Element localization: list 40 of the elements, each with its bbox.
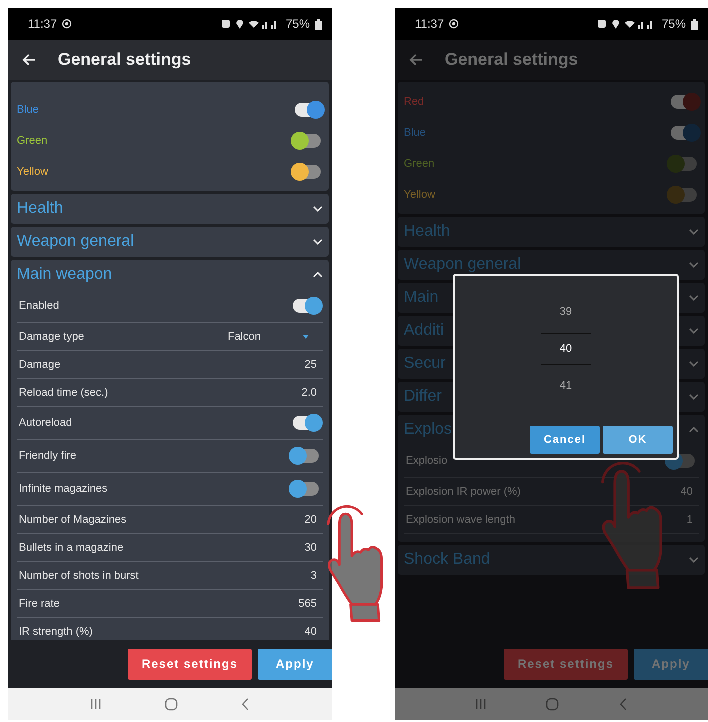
setting-label: IR strength (%): [19, 626, 93, 638]
section-title: Differ: [404, 388, 442, 406]
setting-label: Autoreload: [19, 417, 72, 429]
section-title: Main weapon: [17, 266, 112, 284]
battery-level: 75%: [662, 17, 686, 31]
color-label: Green: [404, 158, 435, 170]
screen-title: General settings: [445, 50, 578, 70]
color-label: Blue: [404, 126, 426, 138]
setting-label: Enabled: [19, 300, 60, 312]
dropdown-value: Falcon: [228, 330, 261, 342]
battery-level: 75%: [286, 17, 310, 31]
section-title: Health: [404, 223, 450, 241]
setting-label: Explosion IR power (%): [406, 486, 521, 498]
section-title: Weapon general: [17, 233, 134, 251]
setting-label: Fire rate: [19, 598, 60, 610]
status-time: 11:37: [28, 17, 58, 31]
section-title: Secur: [404, 355, 446, 373]
status-time: 11:37: [415, 17, 444, 31]
setting-label: Reload time (sec.): [19, 386, 108, 398]
section-title: Weapon general: [404, 256, 522, 274]
setting-label: Number of Magazines: [19, 514, 127, 526]
setting-label: Damage type: [19, 330, 84, 342]
color-label: Yellow: [404, 188, 436, 200]
setting-label: Bullets in a magazine: [19, 542, 124, 554]
section-title: Main: [404, 289, 439, 307]
setting-label: Explosio: [406, 455, 448, 467]
setting-label: Friendly fire: [19, 450, 76, 462]
section-title: Shock Band: [404, 551, 490, 569]
color-label: Yellow: [17, 166, 48, 178]
setting-label: Explosion wave length: [406, 514, 516, 526]
section-title: Explos: [404, 421, 452, 439]
setting-label: Damage: [19, 358, 61, 370]
section-title: Additi: [404, 322, 444, 340]
screen-title: General settings: [58, 50, 192, 70]
color-label: Green: [17, 134, 48, 146]
color-label: Red: [404, 96, 424, 108]
section-title: Health: [17, 200, 64, 218]
setting-label: Infinite magazines: [19, 483, 108, 495]
color-label: Blue: [17, 104, 40, 116]
setting-label: Number of shots in burst: [19, 570, 139, 582]
